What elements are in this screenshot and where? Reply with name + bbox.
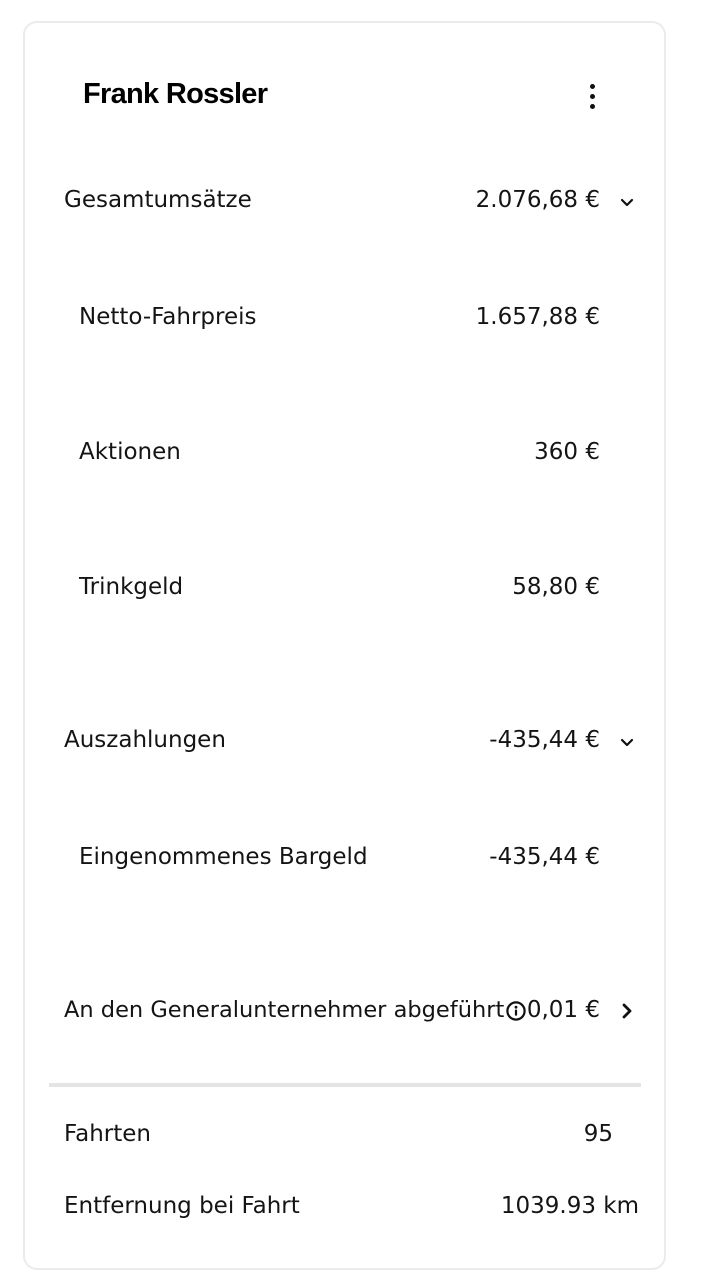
- revenue-item-net-fare-label: Netto-Fahrpreis: [79, 304, 257, 330]
- driver-name: Frank Rossler: [83, 78, 268, 110]
- info-icon[interactable]: [505, 1000, 527, 1022]
- contractor-label: An den Generalunternehmer abgeführt: [64, 997, 505, 1023]
- payouts-item-cash-label: Eingenommenes Bargeld: [79, 844, 368, 870]
- stat-trips-label: Fahrten: [64, 1121, 151, 1147]
- revenue-item-tips-value: 58,80 €: [512, 574, 600, 600]
- earnings-card: Frank Rossler Gesamtumsätze 2.076,68 € N…: [23, 21, 666, 1270]
- total-revenue-label: Gesamtumsätze: [64, 187, 252, 213]
- chevron-down-icon[interactable]: [616, 731, 638, 753]
- stat-distance-value: 1039.93 km: [500, 1193, 639, 1219]
- stat-trips-value: 95: [583, 1121, 613, 1147]
- total-revenue-value: 2.076,68 €: [475, 187, 600, 213]
- revenue-item-promotions-value: 360 €: [534, 439, 600, 465]
- more-options-button[interactable]: [577, 73, 607, 119]
- revenue-item-net-fare-value: 1.657,88 €: [475, 304, 600, 330]
- contractor-value: 0,01 €: [526, 997, 600, 1023]
- section-divider: [49, 1083, 641, 1087]
- payouts-label: Auszahlungen: [64, 727, 226, 753]
- payouts-item-cash-value: -435,44 €: [489, 844, 600, 870]
- revenue-item-tips-label: Trinkgeld: [79, 574, 184, 600]
- chevron-right-icon[interactable]: [616, 998, 638, 1024]
- payouts-value: -435,44 €: [489, 727, 600, 753]
- revenue-item-promotions-label: Aktionen: [79, 439, 181, 465]
- more-vertical-icon: [589, 83, 595, 89]
- chevron-down-icon[interactable]: [616, 191, 638, 213]
- stat-distance-label: Entfernung bei Fahrt: [64, 1193, 300, 1219]
